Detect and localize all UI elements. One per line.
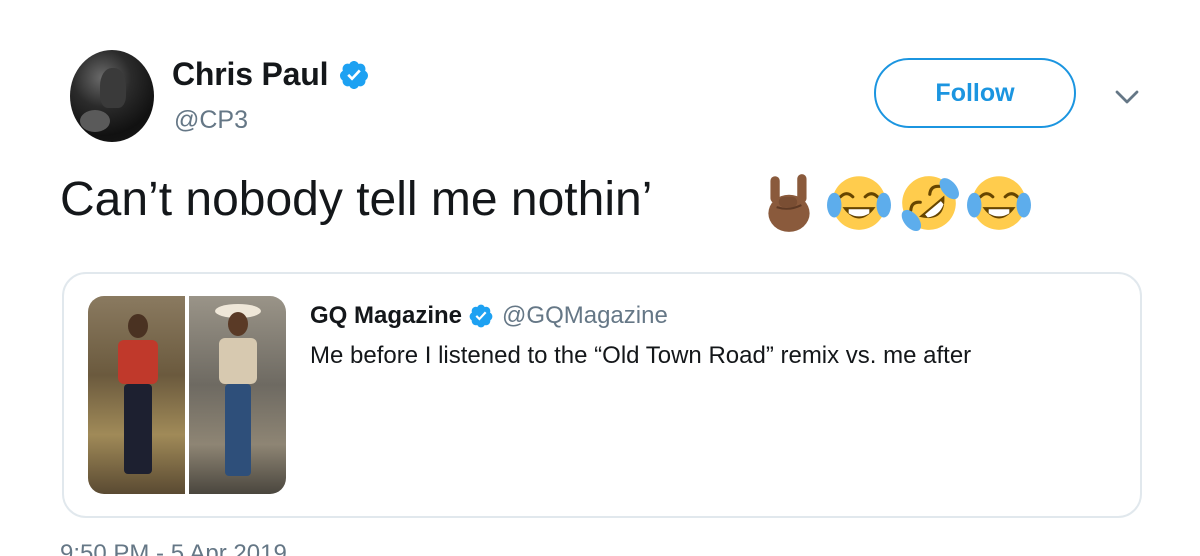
follow-button[interactable]: Follow — [874, 58, 1076, 128]
figure-jacket — [118, 340, 158, 384]
author-display-name[interactable]: Chris Paul — [172, 56, 328, 93]
quoted-tweet[interactable]: GQ Magazine @GQMagazine Me before I list… — [62, 272, 1142, 518]
quoted-tweet-text: Me before I listened to the “Old Town Ro… — [310, 342, 972, 369]
quoted-tweet-header: GQ Magazine @GQMagazine — [310, 302, 668, 330]
figure-head — [228, 312, 248, 336]
verified-badge-icon — [469, 304, 493, 328]
tweet-emojis — [756, 170, 1032, 236]
tweet-timestamp[interactable]: 9:50 PM - 5 Apr 2019 — [60, 540, 287, 556]
author-avatar[interactable] — [70, 50, 154, 142]
tweet-card: Chris Paul @CP3 Follow Can’t nobody tell… — [0, 0, 1200, 556]
quoted-display-name[interactable]: GQ Magazine — [310, 302, 462, 330]
author-name-row: Chris Paul — [172, 56, 370, 93]
quoted-tweet-image[interactable] — [88, 296, 286, 494]
tears-of-joy-icon — [827, 176, 891, 230]
verified-badge-icon — [340, 60, 369, 89]
tears-of-joy-icon — [967, 176, 1031, 230]
figure-jeans — [225, 384, 251, 476]
author-handle[interactable]: @CP3 — [174, 106, 248, 135]
figure-legs — [124, 384, 152, 474]
quoted-image-before — [88, 296, 185, 494]
sign-of-horns-icon — [768, 174, 810, 232]
tweet-text: Can’t nobody tell me nothin’ — [60, 173, 653, 226]
figure-shirt — [219, 338, 257, 384]
avatar-figure-hand — [80, 110, 110, 132]
rofl-icon — [901, 176, 959, 232]
quoted-handle[interactable]: @GQMagazine — [502, 302, 668, 330]
chevron-down-icon[interactable] — [1112, 82, 1142, 112]
figure-head — [128, 314, 148, 338]
avatar-figure — [100, 68, 126, 108]
quoted-image-after — [189, 296, 286, 494]
